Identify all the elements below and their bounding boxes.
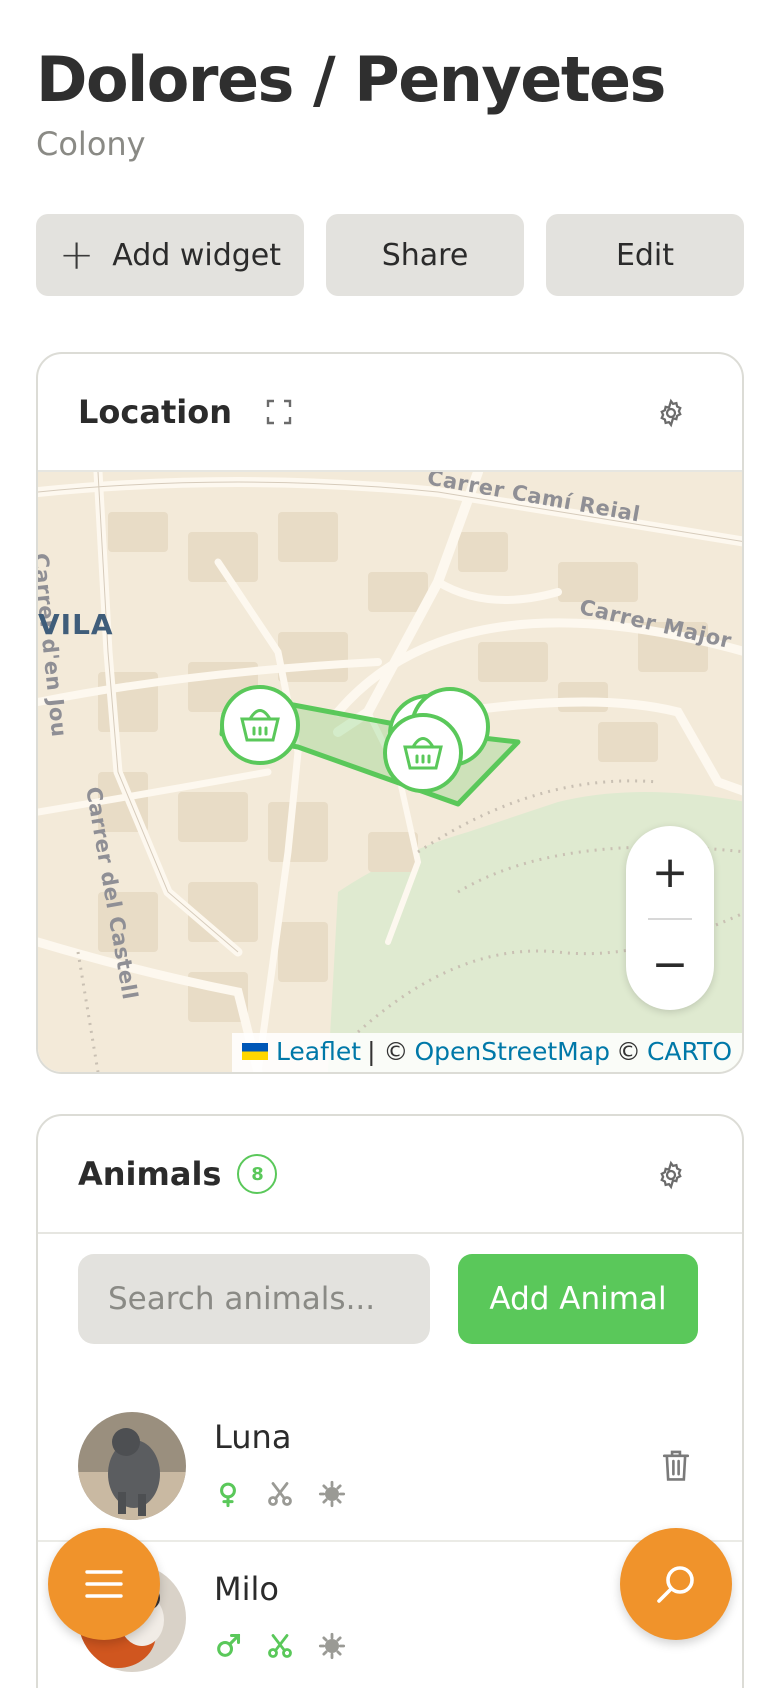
carto-link[interactable]: CARTO <box>647 1037 732 1066</box>
search-button[interactable] <box>620 1528 732 1640</box>
leaflet-link[interactable]: Leaflet <box>276 1037 361 1066</box>
toolbar: + Add widget Share Edit <box>36 214 744 296</box>
hamburger-icon <box>85 1570 123 1598</box>
female-icon <box>220 1482 236 1508</box>
animal-name: Milo <box>214 1570 279 1608</box>
zoom-control: + − <box>626 826 714 1010</box>
location-widget-header: Location <box>38 354 742 472</box>
search-animals-input[interactable] <box>78 1254 430 1344</box>
search-icon <box>657 1566 694 1603</box>
page-subtitle: Colony <box>36 125 146 163</box>
ukraine-flag-icon <box>241 1043 268 1060</box>
edit-button[interactable]: Edit <box>546 214 744 296</box>
animals-search-row: Add Animal <box>38 1234 742 1390</box>
location-map[interactable]: Carrer Camí Reial Carrer Major Carrer d'… <box>38 472 742 1072</box>
add-widget-label: Add widget <box>112 237 281 273</box>
plus-icon: + <box>59 230 95 279</box>
gear-icon[interactable] <box>656 1160 686 1190</box>
share-label: Share <box>381 237 469 273</box>
gear-icon[interactable] <box>656 398 686 428</box>
page-title: Dolores / Penyetes <box>36 43 666 116</box>
male-icon <box>217 1633 241 1657</box>
attribution-copyright: © <box>615 1037 641 1066</box>
animal-list-item[interactable]: Luna <box>38 1390 742 1542</box>
zoom-divider <box>648 918 692 920</box>
zoom-out-button[interactable]: − <box>626 918 714 1010</box>
animal-name: Luna <box>214 1418 292 1456</box>
animals-title: Animals <box>78 1155 222 1193</box>
scissors-icon <box>268 1634 292 1658</box>
place-label: VILA <box>38 608 114 641</box>
scissors-icon <box>268 1482 292 1506</box>
expand-icon[interactable] <box>266 399 292 425</box>
animal-attributes <box>214 1632 346 1660</box>
animal-avatar <box>78 1412 186 1520</box>
edit-label: Edit <box>615 237 675 273</box>
virus-icon <box>318 1480 346 1508</box>
trash-icon[interactable] <box>660 1448 692 1482</box>
location-title: Location <box>78 393 232 431</box>
location-widget: Location Carrer Camí Reial Carrer Major … <box>36 352 744 1074</box>
zoom-in-button[interactable]: + <box>626 826 714 918</box>
animal-attributes <box>214 1480 346 1508</box>
attribution-separator: | © <box>367 1037 409 1066</box>
page-header: Dolores / Penyetes Colony <box>36 38 744 166</box>
virus-icon <box>318 1632 346 1660</box>
osm-link[interactable]: OpenStreetMap <box>414 1037 610 1066</box>
menu-button[interactable] <box>48 1528 160 1640</box>
animal-count-badge: 8 <box>237 1154 278 1194</box>
animals-widget-header: Animals 8 <box>38 1116 742 1234</box>
share-button[interactable]: Share <box>326 214 524 296</box>
add-widget-button[interactable]: + Add widget <box>36 214 304 296</box>
map-attribution: Leaflet | © OpenStreetMap © CARTO <box>231 1033 742 1072</box>
add-animal-button[interactable]: Add Animal <box>458 1254 698 1344</box>
